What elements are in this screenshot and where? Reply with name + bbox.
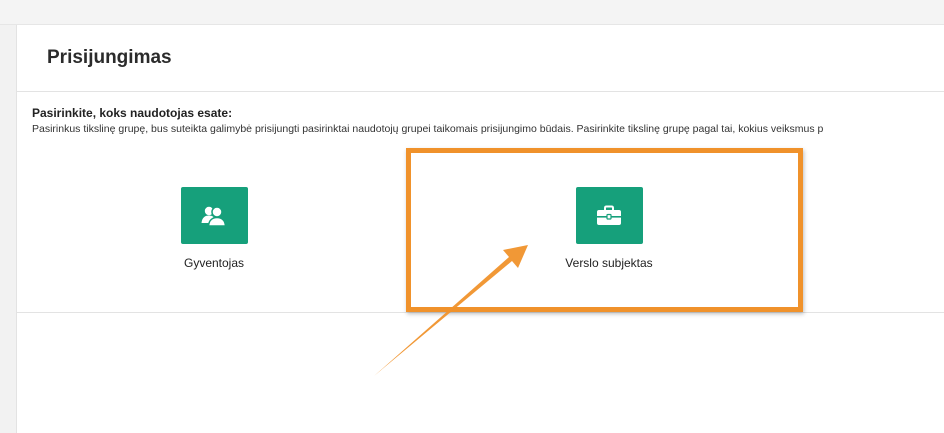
people-icon: [201, 205, 227, 227]
top-bar: [0, 0, 944, 25]
intro-heading: Pasirinkite, koks naudotojas esate:: [32, 106, 233, 120]
panel-header: Prisijungimas: [17, 25, 944, 92]
user-type-choices: Gyventojas Verslo subjektas: [17, 155, 944, 313]
choice-label-business: Verslo subjektas: [565, 256, 653, 270]
login-panel: Prisijungimas Pasirinkite, koks naudotoj…: [16, 25, 944, 433]
intro-text: Pasirinkus tikslinę grupę, bus suteikta …: [32, 123, 824, 135]
choice-resident[interactable]: Gyventojas: [134, 187, 294, 270]
choice-business[interactable]: Verslo subjektas: [529, 187, 689, 270]
choice-label-resident: Gyventojas: [183, 256, 245, 270]
resident-tile[interactable]: [180, 187, 248, 244]
briefcase-icon: [597, 205, 621, 225]
intro-section: Pasirinkite, koks naudotojas esate: Pasi…: [32, 106, 944, 135]
business-tile[interactable]: [575, 187, 643, 244]
page-title: Prisijungimas: [47, 47, 172, 68]
